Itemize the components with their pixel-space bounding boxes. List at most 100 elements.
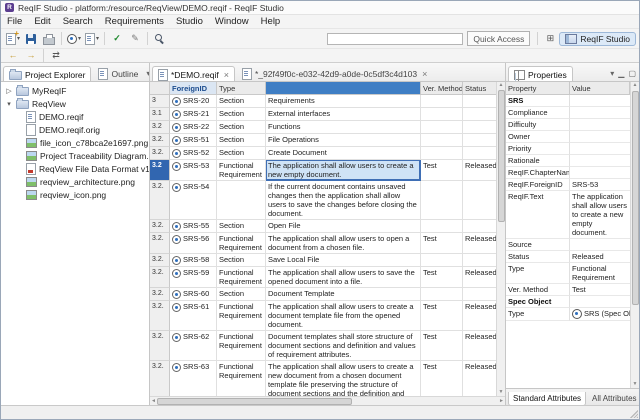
scroll-down-icon[interactable]: ▼ [498,389,505,396]
ver-method-cell[interactable]: Test [421,267,463,288]
description-cell[interactable]: If the current document contains unsaved… [266,181,421,220]
tree-item[interactable]: reqview_architecture.png [1,175,149,188]
property-name-cell[interactable]: Rationale [506,155,570,167]
column-header-type[interactable]: Type [217,82,266,95]
menu-edit[interactable]: Edit [28,16,56,27]
status-cell[interactable] [463,254,496,267]
type-cell[interactable]: Section [217,134,266,147]
type-cell[interactable]: Functional Requirement [217,233,266,254]
annotate-icon-button[interactable]: ✎ [126,31,144,47]
description-cell[interactable]: The application shall allow users to cre… [266,160,421,181]
foreignid-cell[interactable]: SRS-60 [170,288,217,301]
foreignid-cell[interactable]: SRS-22 [170,121,217,134]
status-cell[interactable] [463,121,496,134]
tree-item[interactable]: ▷MyReqIF [1,84,149,97]
status-cell[interactable] [463,147,496,160]
tree-item[interactable]: ReqView File Data Format v11.pdf [1,162,149,175]
tree-item[interactable]: DEMO.reqif [1,110,149,123]
property-name-cell[interactable]: Spec Object [506,296,570,308]
ver-method-cell[interactable] [421,288,463,301]
row-number-cell[interactable]: 3.2. [150,301,170,331]
tree-item[interactable]: ▾ReqView [1,97,149,110]
column-header-status[interactable]: Status [463,82,497,95]
property-name-cell[interactable]: Ver. Method [506,284,570,296]
description-cell[interactable]: File Operations [266,134,421,147]
description-cell[interactable]: Open File [266,220,421,233]
tab-standard-attributes[interactable]: Standard Attributes [508,392,586,406]
column-header-row-number[interactable] [150,82,170,95]
property-name-cell[interactable]: Status [506,251,570,263]
row-number-cell[interactable]: 3.2. [150,288,170,301]
properties-column-property[interactable]: Property [506,82,570,95]
ver-method-cell[interactable] [421,181,463,220]
column-header-foreignid[interactable]: ForeignID [170,82,217,95]
menu-search[interactable]: Search [57,16,99,27]
property-value-cell[interactable] [570,239,630,251]
foreignid-cell[interactable]: SRS-52 [170,147,217,160]
tab-properties[interactable]: Properties [508,66,573,82]
property-name-cell[interactable]: Owner [506,131,570,143]
editor-vertical-scrollbar[interactable]: ▲ ▼ [496,82,505,396]
tree-item[interactable]: file_icon_c78bca2e1697.png [1,136,149,149]
property-value-cell[interactable] [570,296,630,308]
ver-method-cell[interactable] [421,220,463,233]
status-cell[interactable] [463,134,496,147]
status-cell[interactable]: Released [463,160,496,181]
new-specification-icon-button[interactable]: ▾ [83,31,101,47]
new-file-icon-button[interactable]: ▾ [4,31,22,47]
description-cell[interactable]: External interfaces [266,108,421,121]
tree-item[interactable]: DEMO.reqif.orig [1,123,149,136]
row-number-cell[interactable]: 3.2 [150,121,170,134]
foreignid-cell[interactable]: SRS-21 [170,108,217,121]
editor-tab[interactable]: *_92f49f0c-e032-42d9-a0de-0c5df3c4d103× [236,65,433,81]
description-cell[interactable]: Requirements [266,95,421,108]
property-value-cell[interactable] [570,95,630,107]
properties-column-value[interactable]: Value [570,82,630,95]
menu-file[interactable]: File [1,16,28,27]
property-value-cell[interactable]: Test [570,284,630,296]
row-number-cell[interactable]: 3.2. [150,220,170,233]
property-name-cell[interactable]: SRS [506,95,570,107]
ver-method-cell[interactable]: Test [421,361,463,396]
column-header-ver-method[interactable]: Ver. Method [421,82,463,95]
type-cell[interactable]: Section [217,288,266,301]
type-cell[interactable]: Functional Requirement [217,160,266,181]
row-number-cell[interactable]: 3.2. [150,181,170,220]
scroll-down-icon[interactable]: ▼ [632,381,639,388]
perspective-reqif-studio-button[interactable]: ReqIF Studio [559,32,636,46]
expander-icon[interactable]: ▷ [5,87,13,95]
toolbar-search-input[interactable] [327,33,463,45]
foreignid-cell[interactable]: SRS-58 [170,254,217,267]
resize-grip[interactable] [630,410,638,418]
ver-method-cell[interactable] [421,254,463,267]
property-name-cell[interactable]: ReqIF.ChapterName [506,167,570,179]
row-number-cell[interactable]: 3.2. [150,233,170,254]
status-cell[interactable]: Released [463,331,496,361]
row-number-cell[interactable]: 3.1 [150,108,170,121]
status-cell[interactable] [463,220,496,233]
scroll-up-icon[interactable]: ▲ [632,82,639,89]
forward-icon-button[interactable]: → [22,48,40,64]
description-cell[interactable]: The application shall allow users to sav… [266,267,421,288]
foreignid-cell[interactable]: SRS-61 [170,301,217,331]
ver-method-cell[interactable]: Test [421,331,463,361]
property-name-cell[interactable]: Compliance [506,107,570,119]
menu-studio[interactable]: Studio [170,16,209,27]
property-name-cell[interactable]: Type [506,308,570,321]
view-menu-icon[interactable]: ▾ [610,69,614,78]
scroll-up-icon[interactable]: ▲ [498,82,505,89]
row-number-cell[interactable]: 3.2 [150,160,170,181]
description-cell[interactable]: Save Local File [266,254,421,267]
ver-method-cell[interactable] [421,147,463,160]
status-cell[interactable]: Released [463,267,496,288]
type-cell[interactable]: Section [217,121,266,134]
menu-window[interactable]: Window [209,16,255,27]
status-cell[interactable] [463,108,496,121]
tab-all-attributes[interactable]: All Attributes [587,391,640,405]
close-tab-icon[interactable]: × [224,70,229,80]
property-value-cell[interactable] [570,143,630,155]
tree-item[interactable]: Project Traceability Diagram.png [1,149,149,162]
type-cell[interactable]: Functional Requirement [217,301,266,331]
editor-horizontal-scrollbar[interactable]: ◄ ► [150,396,505,405]
new-spec-object-icon-button[interactable]: ▾ [65,31,83,47]
